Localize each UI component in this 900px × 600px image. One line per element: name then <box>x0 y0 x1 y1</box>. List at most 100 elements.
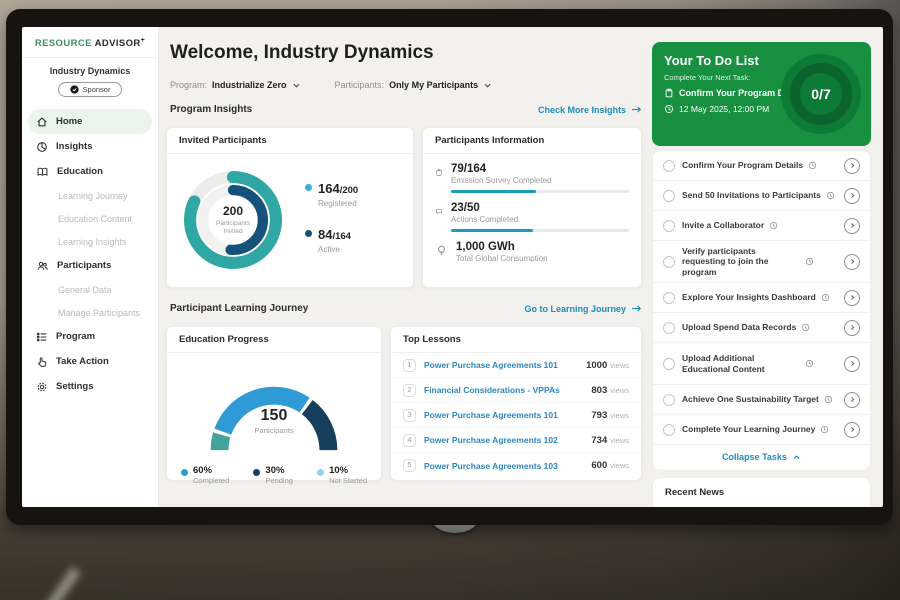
legend-dot <box>253 469 260 476</box>
invited-participants-card: Invited Participants 200 Participants In… <box>166 127 414 288</box>
logo-plus: + <box>141 37 146 44</box>
lesson-row: 2 Financial Considerations - VPPAs 803 v… <box>391 378 641 403</box>
todo-progress-ring: 0/7 <box>781 54 861 134</box>
task-checkbox[interactable] <box>663 424 675 436</box>
consumption-icon <box>435 244 448 257</box>
sidebar-item-manage-participants[interactable]: Manage Participants <box>22 301 158 324</box>
monitor-bezel: RESOURCE ADVISOR+ Industry Dynamics Spon… <box>6 9 893 525</box>
todo-task-row[interactable]: Verify participants requesting to join t… <box>653 241 870 283</box>
go-to-learning-journey-link[interactable]: Go to Learning Journey <box>524 304 642 314</box>
card-title: Top Lessons <box>391 327 641 353</box>
sidebar-item-label: Settings <box>56 381 93 392</box>
sidebar-item-general-data[interactable]: General Data <box>22 278 158 301</box>
filters-row: Program: Industrialize Zero Participants… <box>170 80 492 90</box>
lesson-views: 734 <box>591 435 607 446</box>
sidebar-item-learning-journey[interactable]: Learning Journey <box>22 184 158 207</box>
sidebar-nav: Home Insights Education Learning Journey… <box>22 109 158 399</box>
consumption-label: Total Global Consumption <box>456 254 629 263</box>
todo-task-list: Confirm Your Program Details Send 50 Inv… <box>652 150 871 471</box>
lesson-link[interactable]: Power Purchase Agreements 101 <box>424 410 591 420</box>
task-open-button[interactable] <box>844 422 860 438</box>
lesson-rank: 4 <box>403 434 416 447</box>
lesson-link[interactable]: Power Purchase Agreements 101 <box>424 360 586 370</box>
legend-dot <box>305 230 312 237</box>
survey-value: 79/164 <box>451 163 629 175</box>
task-open-button[interactable] <box>844 158 860 174</box>
registered-value: 164 <box>318 181 340 196</box>
invited-participants-body: 200 Participants Invited 164/200 Registe… <box>167 154 413 276</box>
chevron-right-icon <box>849 396 856 403</box>
program-icon <box>36 331 48 343</box>
lesson-rank: 3 <box>403 409 416 422</box>
legend-pending: 30%Pending <box>253 465 293 485</box>
task-checkbox[interactable] <box>663 322 675 334</box>
todo-task-row[interactable]: Achieve One Sustainability Target <box>653 385 870 415</box>
task-checkbox[interactable] <box>663 292 675 304</box>
task-open-button[interactable] <box>844 356 860 372</box>
top-lessons-card: Top Lessons 1 Power Purchase Agreements … <box>390 326 642 481</box>
todo-task-row[interactable]: Invite a Collaborator <box>653 211 870 241</box>
registered-label: Registered <box>318 199 358 208</box>
chevron-right-icon <box>849 360 856 367</box>
sidebar-item-label: General Data <box>58 285 112 295</box>
settings-icon <box>36 381 48 393</box>
sidebar-item-education[interactable]: Education <box>22 159 158 184</box>
chevron-right-icon <box>849 324 856 331</box>
sidebar-item-label: Manage Participants <box>58 308 140 318</box>
active-value: 84 <box>318 227 332 242</box>
participants-dropdown[interactable]: Participants: Only My Participants <box>335 80 493 90</box>
sidebar-item-label: Insights <box>56 141 92 152</box>
lesson-views: 803 <box>591 385 607 396</box>
sidebar-item-label: Education Content <box>58 214 132 224</box>
collapse-tasks-link[interactable]: Collapse Tasks <box>653 445 870 469</box>
todo-task-row[interactable]: Confirm Your Program Details <box>653 151 870 181</box>
sidebar-item-insights[interactable]: Insights <box>22 134 158 159</box>
todo-task-row[interactable]: Complete Your Learning Journey <box>653 415 870 445</box>
task-open-button[interactable] <box>844 254 860 270</box>
lesson-link[interactable]: Financial Considerations - VPPAs <box>424 385 591 395</box>
education-icon <box>36 166 49 178</box>
chevron-up-icon <box>792 453 801 462</box>
task-checkbox[interactable] <box>663 190 675 202</box>
legend-dot <box>305 184 312 191</box>
recent-news-card: Recent News <box>652 477 871 507</box>
survey-progress-bar <box>451 190 629 193</box>
check-more-insights-link[interactable]: Check More Insights <box>538 105 642 115</box>
task-checkbox[interactable] <box>663 256 675 268</box>
sidebar-item-learning-insights[interactable]: Learning Insights <box>22 230 158 253</box>
task-checkbox[interactable] <box>663 394 675 406</box>
task-checkbox[interactable] <box>663 220 675 232</box>
program-dropdown[interactable]: Program: Industrialize Zero <box>170 80 301 90</box>
clock-icon <box>805 257 814 266</box>
task-open-button[interactable] <box>844 218 860 234</box>
task-checkbox[interactable] <box>663 160 675 172</box>
dashboard-screen: RESOURCE ADVISOR+ Industry Dynamics Spon… <box>22 27 883 507</box>
sidebar-item-program[interactable]: Program <box>22 324 158 349</box>
todo-task-row[interactable]: Upload Additional Educational Content <box>653 343 870 385</box>
todo-task-row[interactable]: Explore Your Insights Dashboard <box>653 283 870 313</box>
task-open-button[interactable] <box>844 290 860 306</box>
sidebar-item-participants[interactable]: Participants <box>22 253 158 278</box>
todo-task-row[interactable]: Upload Spend Data Records <box>653 313 870 343</box>
todo-task-row[interactable]: Send 50 Invitations to Participants <box>653 181 870 211</box>
logo-secondary: ADVISOR <box>95 38 141 49</box>
sponsor-icon <box>70 85 79 94</box>
sidebar-item-home[interactable]: Home <box>28 109 152 134</box>
task-open-button[interactable] <box>844 320 860 336</box>
lesson-link[interactable]: Power Purchase Agreements 103 <box>424 461 591 471</box>
todo-progress-value: 0/7 <box>811 86 830 102</box>
sponsor-badge[interactable]: Sponsor <box>58 82 122 97</box>
participants-value: Only My Participants <box>389 80 478 90</box>
sidebar-item-settings[interactable]: Settings <box>22 374 158 399</box>
task-open-button[interactable] <box>844 392 860 408</box>
lesson-views: 1000 <box>586 360 607 371</box>
education-progress-card: Education Progress 150 Participants 60%C… <box>166 326 382 481</box>
task-checkbox[interactable] <box>663 358 675 370</box>
lesson-link[interactable]: Power Purchase Agreements 102 <box>424 435 591 445</box>
survey-label: Emission Survey Completed <box>451 176 629 185</box>
chevron-right-icon <box>849 222 856 229</box>
sidebar-item-education-content[interactable]: Education Content <box>22 207 158 230</box>
sidebar-item-take-action[interactable]: Take Action <box>22 349 158 374</box>
task-open-button[interactable] <box>844 188 860 204</box>
legend-not-started: 10%Not Started <box>317 465 367 485</box>
